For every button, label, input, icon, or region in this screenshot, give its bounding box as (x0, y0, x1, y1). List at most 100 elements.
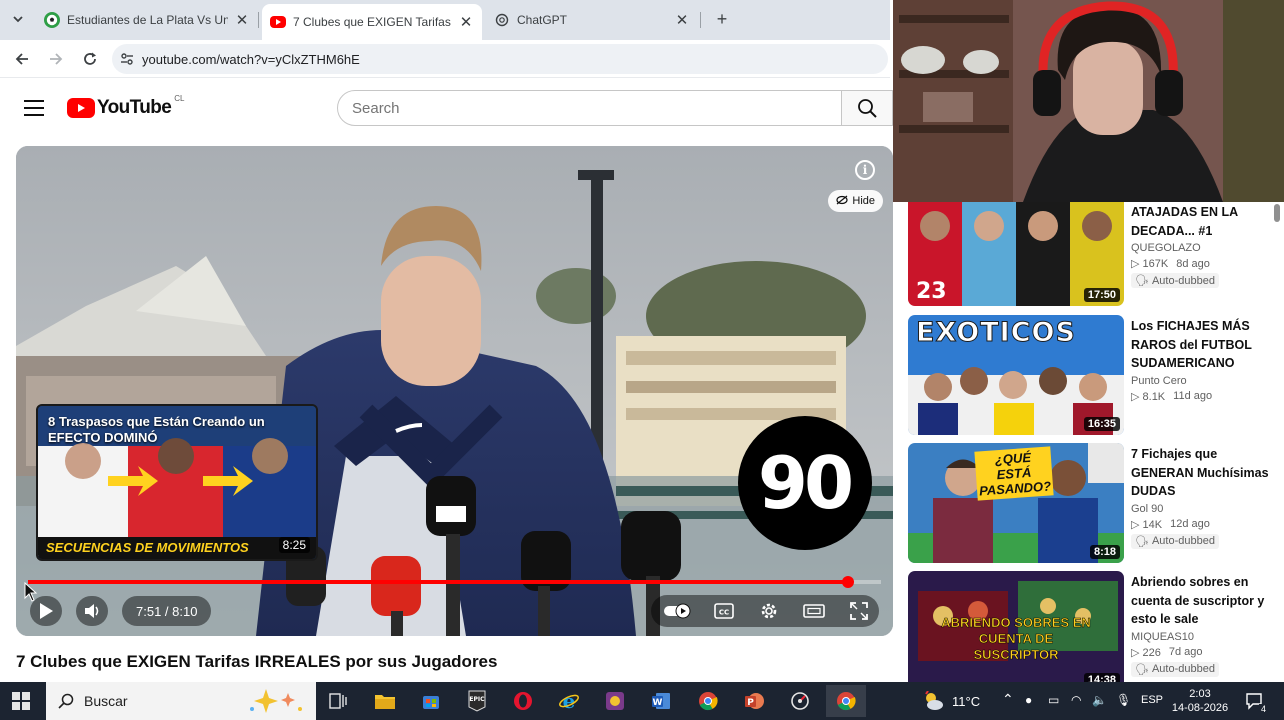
channel-logo-watermark[interactable]: 90 (738, 416, 872, 550)
endcard-video[interactable]: 8 Traspasos que Están Creando un EFECTO … (36, 404, 318, 561)
reload-icon[interactable] (78, 47, 102, 71)
related-video-thumbnail[interactable]: ABRIENDO SOBRES EN CUENTA DE SUSCRIPTOR … (908, 571, 1124, 682)
auto-dubbed-badge: 🗣 Auto-dubbed (1131, 273, 1219, 288)
forward-arrow-icon[interactable] (44, 47, 68, 71)
video-title: 7 Clubes que EXIGEN Tarifas IRREALES por… (16, 652, 498, 671)
video-duration: 8:18 (1089, 545, 1120, 559)
progress-scrubber-handle[interactable] (841, 576, 854, 588)
thumbnail-text: ABRIENDO SOBRES EN CUENTA DE SUSCRIPTOR (941, 615, 1091, 663)
channel-name[interactable]: Gol 90 (1131, 503, 1271, 515)
dubbing-voice-icon: 🗣 (1135, 535, 1149, 548)
info-icon[interactable]: i (855, 160, 875, 180)
dubbing-voice-icon: 🗣 (1135, 275, 1149, 287)
related-video-title[interactable]: 7 Fichajes que GENERAN Muchísimas DUDAS (1131, 445, 1271, 501)
show-hidden-icons-chevron-icon[interactable]: ⌃ (1002, 691, 1014, 708)
notification-count-badge: 4 (1258, 704, 1268, 714)
youtube-logo[interactable]: YouTube CL (67, 94, 185, 119)
endcard-title: 8 Traspasos que Están Creando un EFECTO … (48, 414, 265, 445)
related-video-item[interactable]: EXOTICOS 16:35 Los FICHAJES MÁS RAROS de… (908, 315, 1284, 435)
fullscreen-button[interactable] (842, 596, 876, 626)
related-video-item[interactable]: ¿QUÉ ESTÁ PASANDO? 8:18 7 Fichajes que G… (908, 443, 1284, 563)
related-video-title[interactable]: Los FICHAJES MÁS RAROS del FUTBOL SUDAME… (1131, 317, 1271, 373)
microsoft-word-icon[interactable]: W (641, 685, 681, 717)
game-app-icon[interactable] (595, 685, 635, 717)
opera-browser-icon[interactable] (503, 685, 543, 717)
menu-hamburger-icon[interactable] (24, 100, 44, 116)
related-video-thumbnail[interactable]: ¿QUÉ ESTÁ PASANDO? 8:18 (908, 443, 1124, 563)
notification-center-icon[interactable]: 4 (1240, 685, 1270, 717)
video-stats: ▷ 8.1K 11d ago (1131, 390, 1271, 403)
player-right-controls: CC (651, 595, 879, 627)
epic-games-launcher-icon[interactable]: EPIC (457, 685, 497, 717)
channel-name[interactable]: QUEGOLAZO (1131, 242, 1271, 254)
browser-tab-estudiantes[interactable]: Estudiantes de La Plata Vs Univ ✕ (36, 4, 258, 36)
related-video-thumbnail[interactable]: 23 17:50 (908, 202, 1124, 306)
browser-tab-youtube-video[interactable]: 7 Clubes que EXIGEN Tarifas IRR ✕ (262, 4, 482, 40)
windows-start-icon[interactable] (12, 692, 30, 710)
views-count: ▷ 14K (1131, 518, 1163, 531)
related-video-title[interactable]: ATAJADAS EN LA DECADA... #1 (1131, 203, 1271, 240)
hide-endcards-button[interactable]: Hide (828, 190, 883, 212)
google-chrome-icon[interactable] (688, 685, 728, 717)
autoplay-toggle-icon (664, 603, 691, 619)
settings-button[interactable] (752, 596, 786, 626)
autoplay-toggle[interactable] (661, 596, 695, 626)
browser-tab-chatgpt[interactable]: ChatGPT ✕ (486, 4, 698, 36)
microsoft-powerpoint-icon[interactable]: P (734, 685, 774, 717)
video-player[interactable]: i Hide 8 Traspasos que Están Creando un … (16, 146, 893, 636)
tab-label: ChatGPT (517, 13, 568, 27)
url-text: youtube.com/watch?v=yClxZTHM6hE (142, 51, 360, 67)
video-stats: ▷ 167K 8d ago (1131, 257, 1271, 271)
related-video-thumbnail[interactable]: EXOTICOS 16:35 (908, 315, 1124, 435)
wifi-icon[interactable]: ◠ (1071, 693, 1081, 707)
battery-icon[interactable]: ▭ (1048, 693, 1059, 707)
theater-mode-button[interactable] (797, 596, 831, 626)
video-duration: 14:38 (1083, 673, 1120, 682)
related-video-meta: 7 Fichajes que GENERAN Muchísimas DUDAS … (1131, 445, 1271, 550)
tray-app-icon[interactable]: ● (1025, 693, 1032, 707)
close-tab-icon[interactable]: ✕ (458, 13, 474, 31)
thumbnail-text: EXOTICOS (916, 317, 1076, 349)
related-video-item[interactable]: 23 17:50 ATAJADAS EN LA DECADA... #1 QUE… (908, 202, 1284, 306)
subtitles-button[interactable]: CC (707, 596, 741, 626)
browser-toolbar: youtube.com/watch?v=yClxZTHM6hE (0, 40, 890, 78)
search-button[interactable] (842, 90, 893, 126)
channel-name[interactable]: MIQUEAS10 (1131, 631, 1271, 643)
weather-temperature[interactable]: 11°C (952, 694, 980, 709)
channel-logo-number: 90 (757, 441, 854, 525)
new-tab-plus-icon[interactable]: + (710, 8, 734, 32)
search-input[interactable]: Search (337, 90, 842, 126)
related-video-item[interactable]: ABRIENDO SOBRES EN CUENTA DE SUSCRIPTOR … (908, 571, 1284, 682)
close-tab-icon[interactable]: ✕ (674, 11, 690, 29)
task-view-icon[interactable] (318, 685, 358, 717)
video-stats: ▷ 226 7d ago (1131, 646, 1271, 659)
file-explorer-icon[interactable] (365, 685, 405, 717)
related-video-title[interactable]: Abriendo sobres en cuenta de suscriptor … (1131, 573, 1271, 629)
weather-icon[interactable] (918, 685, 948, 717)
google-chrome-active-icon[interactable] (826, 685, 866, 717)
taskbar-search-box[interactable]: Buscar (46, 682, 316, 720)
upload-age: 12d ago (1170, 518, 1210, 530)
input-language[interactable]: ESP (1141, 694, 1163, 706)
channel-name[interactable]: Punto Cero (1131, 375, 1271, 387)
back-arrow-icon[interactable] (10, 47, 34, 71)
site-settings-icon[interactable] (112, 52, 142, 66)
address-bar[interactable]: youtube.com/watch?v=yClxZTHM6hE (112, 44, 888, 74)
close-tab-icon[interactable]: ✕ (234, 11, 250, 29)
internet-explorer-icon[interactable]: e (549, 685, 589, 717)
system-app-icon[interactable] (780, 685, 820, 717)
country-code: CL (174, 94, 185, 103)
youtube-play-logo-icon (67, 98, 95, 118)
tab-separator (700, 12, 701, 28)
microphone-icon[interactable]: 🎙 (1116, 693, 1131, 707)
progress-bar[interactable] (28, 576, 881, 588)
tab-search-chevron-icon[interactable] (6, 7, 30, 31)
endcard-duration: 8:25 (278, 537, 310, 553)
dubbing-voice-icon: 🗣 (1135, 663, 1149, 676)
volume-speaker-icon[interactable]: 🔈 (1092, 693, 1107, 707)
microsoft-store-icon[interactable] (411, 685, 451, 717)
clock[interactable]: 2:03 14-08-2026 (1170, 687, 1230, 715)
views-count: ▷ 167K (1131, 258, 1169, 270)
volume-button[interactable] (76, 596, 108, 626)
soccer-ball-favicon-icon (44, 12, 60, 28)
